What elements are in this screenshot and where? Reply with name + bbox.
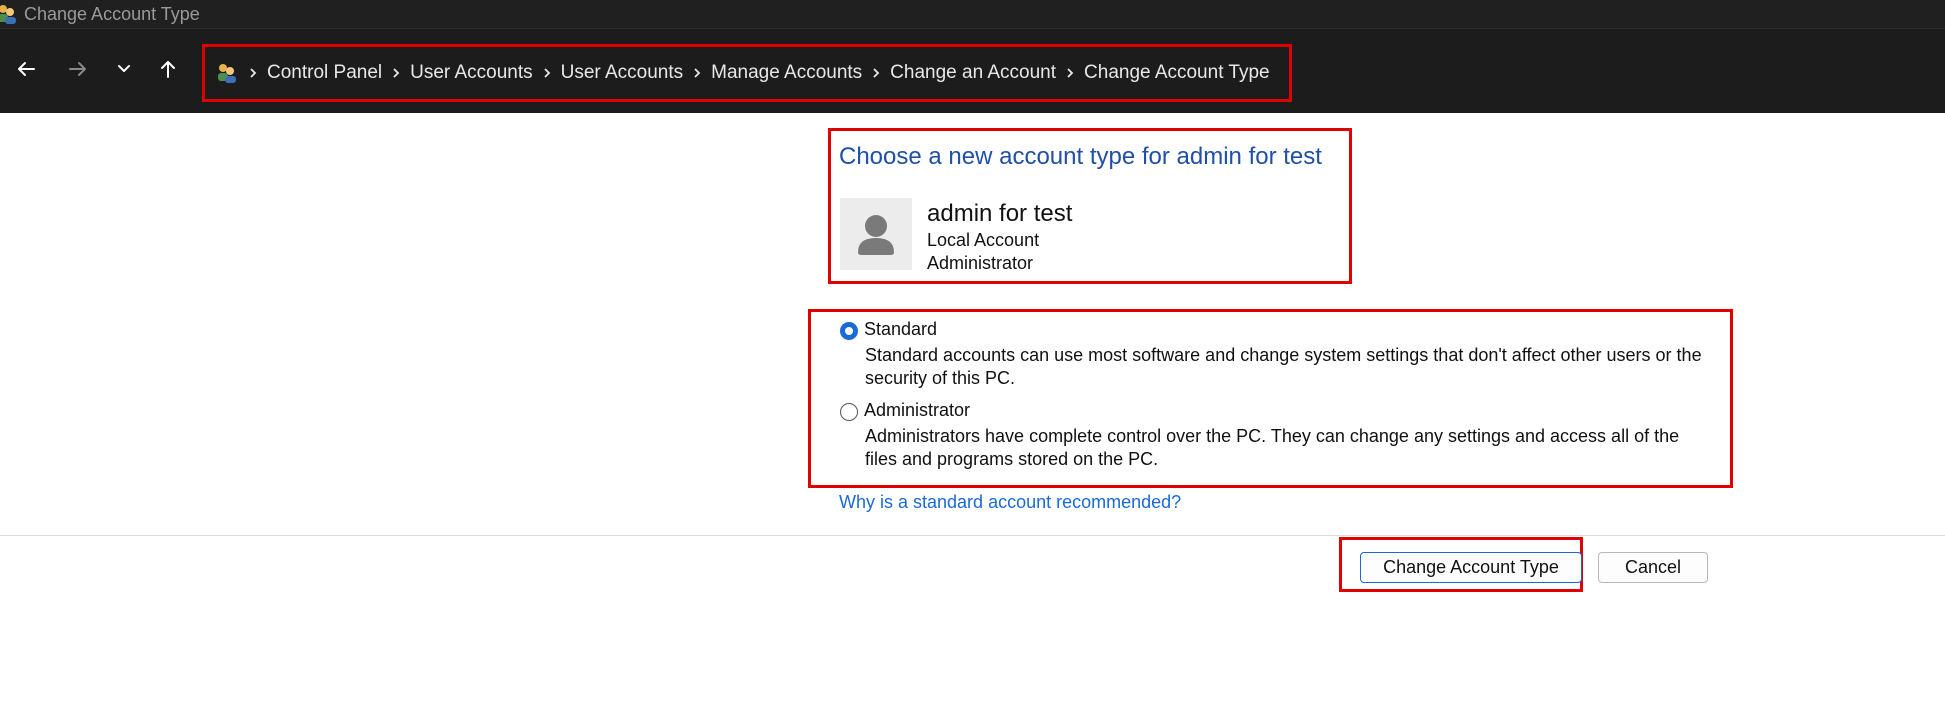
forward-button[interactable]: [60, 51, 96, 87]
navigation-bar: Control Panel User Accounts User Account…: [0, 28, 1945, 113]
up-button[interactable]: [150, 51, 186, 87]
chevron-right-icon[interactable]: [862, 67, 890, 79]
arrow-up-icon: [161, 61, 175, 78]
chevron-down-icon: [118, 65, 130, 72]
breadcrumb-change-account-type[interactable]: Change Account Type: [1084, 62, 1270, 84]
chevron-right-icon[interactable]: [1056, 67, 1084, 79]
page-title: Choose a new account type for admin for …: [839, 143, 1322, 170]
back-button[interactable]: [8, 51, 44, 87]
administrator-label[interactable]: Administrator: [864, 400, 970, 421]
breadcrumb-user-accounts-2[interactable]: User Accounts: [561, 62, 684, 84]
window-title: Change Account Type: [24, 3, 200, 24]
account-name: admin for test: [927, 200, 1073, 227]
administrator-description: Administrators have complete control ove…: [865, 426, 1680, 469]
breadcrumb-manage-accounts[interactable]: Manage Accounts: [711, 62, 862, 84]
chevron-right-icon[interactable]: [683, 67, 711, 79]
divider: [0, 535, 1945, 536]
users-icon: [218, 64, 236, 83]
breadcrumb-root[interactable]: [215, 61, 239, 85]
administrator-radio[interactable]: [840, 403, 858, 421]
chevron-right-icon[interactable]: [533, 67, 561, 79]
standard-label[interactable]: Standard: [864, 319, 937, 340]
account-role: Administrator: [927, 253, 1034, 273]
arrow-left-icon: [18, 62, 35, 76]
why-standard-link[interactable]: Why is a standard account recommended?: [839, 492, 1181, 513]
breadcrumb-change-an-account[interactable]: Change an Account: [890, 62, 1056, 84]
cancel-button[interactable]: Cancel: [1598, 552, 1708, 583]
account-type: Local Account: [927, 230, 1040, 250]
standard-radio[interactable]: [840, 322, 858, 340]
breadcrumb-control-panel[interactable]: Control Panel: [267, 62, 382, 84]
breadcrumb: Control Panel User Accounts User Account…: [202, 44, 1292, 102]
breadcrumb-user-accounts[interactable]: User Accounts: [410, 62, 533, 84]
chevron-right-icon[interactable]: [239, 67, 267, 79]
user-avatar-icon: [840, 198, 912, 270]
standard-description: Standard accounts can use most software …: [865, 345, 1702, 388]
users-icon: [0, 3, 18, 25]
change-account-type-button[interactable]: Change Account Type: [1360, 552, 1582, 583]
recent-locations-button[interactable]: [106, 51, 142, 87]
chevron-right-icon[interactable]: [382, 67, 410, 79]
title-bar: Change Account Type: [0, 0, 1945, 28]
arrow-right-icon: [69, 62, 86, 76]
